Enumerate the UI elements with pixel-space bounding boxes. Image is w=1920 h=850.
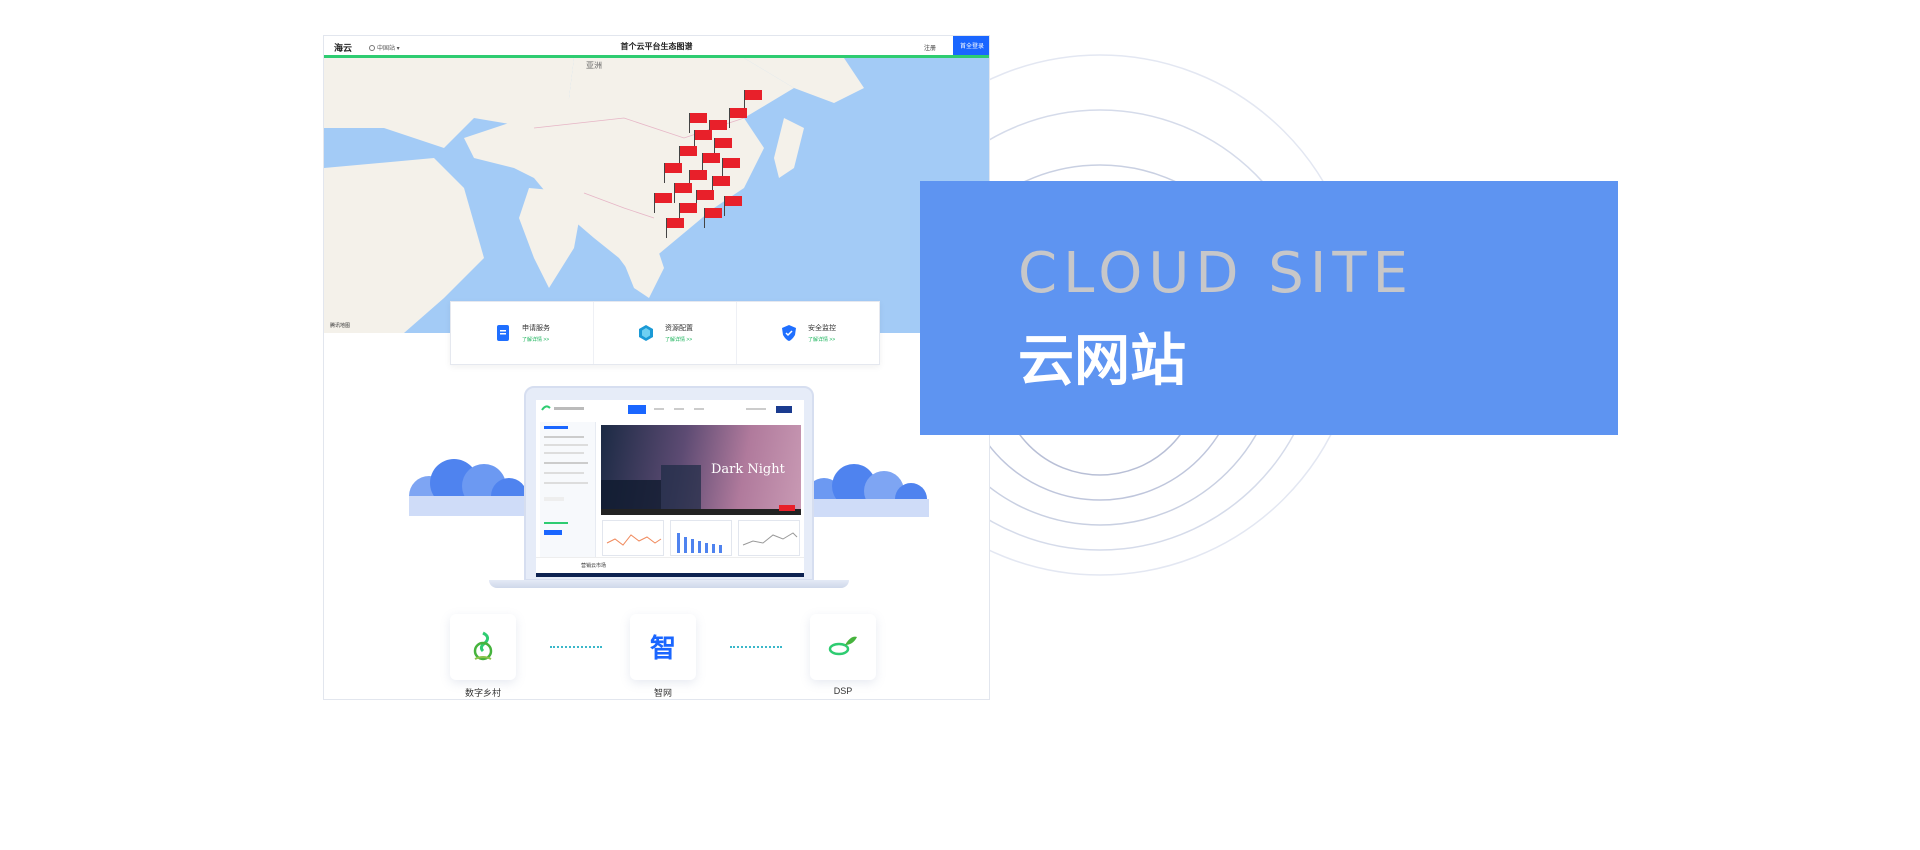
laptop-hero-text: Dark Night	[711, 462, 786, 477]
laptop-hero-banner: Dark Night	[601, 425, 801, 515]
map-marker-flag[interactable]	[679, 146, 697, 166]
top-navigation-bar: 海云 中国站 ▾ 首个云平台生态图谱 注册 首全登录	[324, 36, 989, 58]
map-marker-flag[interactable]	[724, 196, 742, 216]
product-zhiwang[interactable]: 智 智网	[630, 614, 696, 699]
laptop-illustration: Dark Night 营销云市场	[489, 386, 849, 588]
map-marker-flag[interactable]	[704, 208, 722, 228]
service-more-link[interactable]: 了解详情 >>	[522, 336, 550, 343]
cloud-right-illustration	[806, 464, 929, 517]
product-label: 智网	[653, 688, 672, 698]
product-dsp[interactable]: DSP	[810, 614, 876, 696]
banner-title-en: CLOUD SITE	[1018, 241, 1414, 306]
connector-dots	[550, 646, 602, 648]
map-marker-flag[interactable]	[679, 203, 697, 223]
product-label: 数字乡村	[464, 688, 501, 698]
ecosystem-map[interactable]: 亚洲 腾讯地图	[324, 58, 989, 333]
laptop-nav	[536, 400, 804, 420]
laptop-footer-title: 营销云市场	[581, 563, 607, 569]
service-more-link[interactable]: 了解详情 >>	[665, 336, 693, 343]
map-marker-flag[interactable]	[694, 130, 712, 150]
laptop-line-chart	[602, 520, 664, 556]
map-marker-flag[interactable]	[714, 138, 732, 158]
page-title: 首个云平台生态图谱	[620, 42, 693, 51]
service-title: 资源配置	[665, 325, 693, 332]
service-apply[interactable]: 申请服务 了解详情 >>	[451, 302, 594, 364]
register-link[interactable]: 注册	[924, 43, 936, 52]
cloud-left-illustration	[409, 459, 529, 516]
map-marker-flag[interactable]	[664, 163, 682, 183]
zhi-character-icon: 智	[650, 634, 676, 664]
sprout-icon	[828, 636, 857, 656]
service-title: 安全监控	[808, 325, 836, 332]
connector-dots	[730, 646, 782, 648]
svg-text:智: 智	[650, 634, 676, 664]
map-marker-flag[interactable]	[709, 120, 727, 140]
banner-title-cn: 云网站	[1018, 329, 1186, 394]
laptop-bar-chart	[670, 520, 732, 556]
map-marker-flag[interactable]	[674, 183, 692, 203]
shield-icon	[782, 325, 796, 341]
laptop-base	[489, 580, 849, 588]
map-marker-flag[interactable]	[696, 190, 714, 210]
map-marker-flag[interactable]	[702, 153, 720, 173]
laptop-sidebar	[540, 422, 596, 567]
laptop-preview: Dark Night 营销云市场	[536, 400, 804, 577]
map-marker-flag[interactable]	[722, 158, 740, 178]
map-marker-flag[interactable]	[689, 170, 707, 190]
product-label: DSP	[833, 686, 853, 696]
map-marker-flag[interactable]	[712, 176, 730, 196]
service-more-link[interactable]: 了解详情 >>	[808, 336, 836, 343]
hexagon-icon	[639, 325, 653, 341]
map-credit: 腾讯地图	[330, 323, 351, 329]
cloud-site-banner: CLOUD SITE 云网站	[920, 181, 1618, 435]
laptop-screen: Dark Night 营销云市场	[524, 386, 814, 581]
service-resource[interactable]: 资源配置 了解详情 >>	[594, 302, 737, 364]
map-marker-flag[interactable]	[689, 113, 707, 133]
service-security[interactable]: 安全监控 了解详情 >>	[737, 302, 879, 364]
map-region-label: 亚洲	[586, 61, 602, 70]
map-marker-flag[interactable]	[654, 193, 672, 213]
map-marker-flag[interactable]	[744, 90, 762, 110]
service-bar: 申请服务 了解详情 >> 资源配置 了解详情 >> 安全监控 了解详情 >>	[450, 301, 880, 365]
map-marker-flag[interactable]	[666, 218, 684, 238]
leaf-swirl-icon	[473, 631, 493, 661]
laptop-area-chart	[738, 520, 800, 556]
service-title: 申请服务	[522, 325, 550, 332]
screenshot-frame: 海云 中国站 ▾ 首个云平台生态图谱 注册 首全登录 亚洲 腾讯地图 申请服务 …	[323, 35, 990, 700]
login-button[interactable]: 首全登录	[953, 36, 989, 55]
laptop-footer: 营销云市场	[536, 557, 804, 577]
page: 海云 中国站 ▾ 首个云平台生态图谱 注册 首全登录 亚洲 腾讯地图 申请服务 …	[0, 0, 1920, 850]
product-digital-village[interactable]: 数字乡村	[450, 614, 516, 699]
document-icon	[497, 325, 509, 341]
map-marker-flag[interactable]	[729, 108, 747, 128]
